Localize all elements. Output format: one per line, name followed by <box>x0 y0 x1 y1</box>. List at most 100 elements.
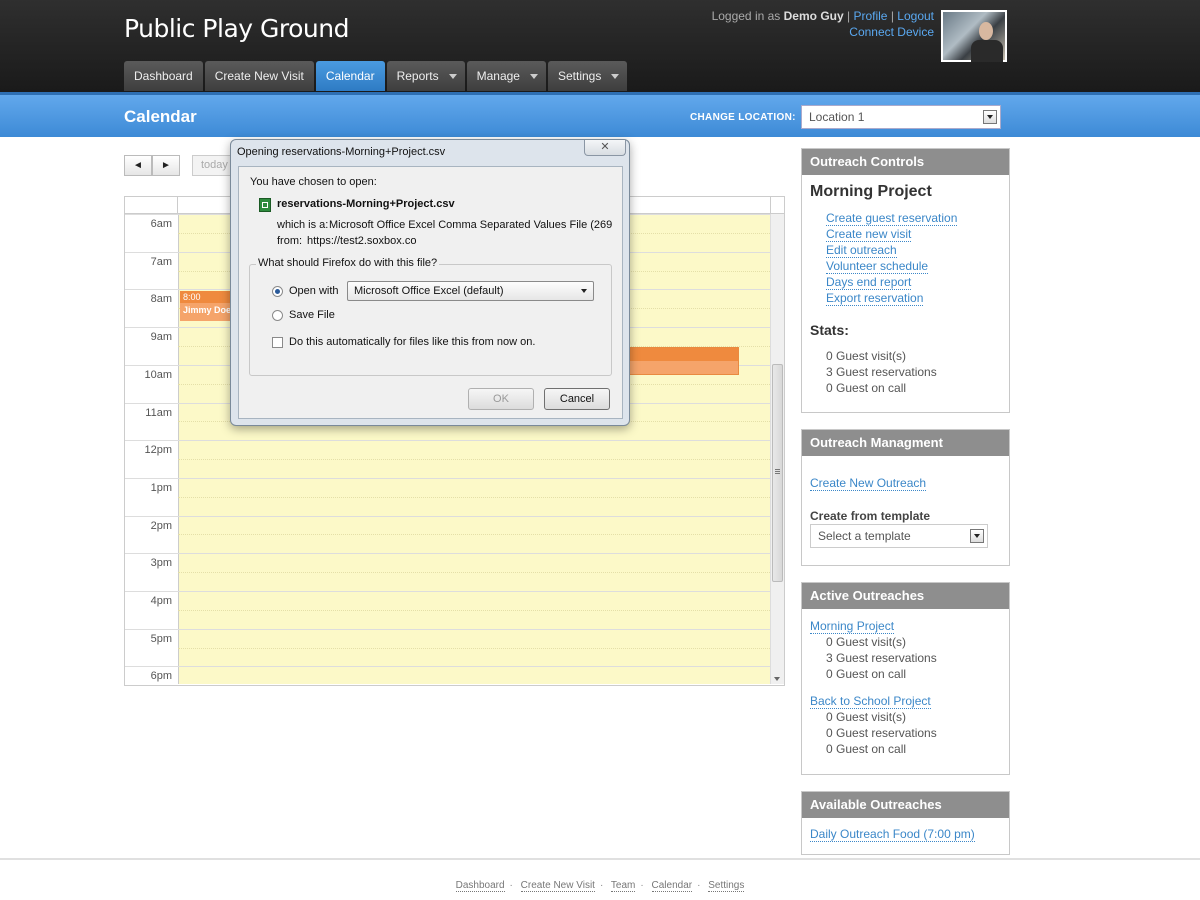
days-end-report-link[interactable]: Days end report <box>826 275 912 290</box>
time-label: 7am <box>150 255 172 268</box>
tab-label: Settings <box>557 69 602 83</box>
user-name: Demo Guy <box>783 9 844 23</box>
tab-manage[interactable]: Manage <box>466 61 546 91</box>
half-hour-line <box>178 685 770 686</box>
create-guest-reservation-link[interactable]: Create guest reservation <box>826 211 958 226</box>
scroll-thumb[interactable] <box>772 364 783 582</box>
auto-label[interactable]: Do this automatically for files like thi… <box>289 336 535 348</box>
template-placeholder: Select a template <box>818 529 911 543</box>
time-label: 9am <box>150 331 172 344</box>
tab-reports[interactable]: Reports <box>386 61 465 91</box>
auto-checkbox[interactable] <box>272 337 283 348</box>
dialog-body: You have chosen to open: reservations-Mo… <box>238 166 623 419</box>
available-outreach-link[interactable]: Daily Outreach Food (7:00 pm) <box>810 827 975 842</box>
calendar-event[interactable]: 8:00 Jimmy Doe <box>180 291 236 321</box>
open-with-value: Microsoft Office Excel (default) <box>354 285 504 297</box>
outreach-title: Morning Project <box>810 183 932 200</box>
half-hour-line <box>178 497 770 498</box>
footer-sep: · <box>509 880 513 891</box>
calendar-scrollbar[interactable] <box>770 214 784 684</box>
from-value: https://test2.soxbox.co <box>307 235 417 247</box>
create-new-outreach-link[interactable]: Create New Outreach <box>810 476 927 491</box>
logged-in-prefix: Logged in as <box>711 9 781 23</box>
panel-header: Outreach Managment <box>802 430 1009 456</box>
outreach-link-morning-project[interactable]: Morning Project <box>810 619 895 634</box>
footer-sep: · <box>640 880 644 891</box>
next-button[interactable]: ► <box>152 155 180 176</box>
group-label: What should Firefox do with this file? <box>256 257 440 269</box>
footer-link-team[interactable]: Team <box>610 880 636 892</box>
footer-link-create-new-visit[interactable]: Create New Visit <box>520 880 595 892</box>
avatar[interactable] <box>941 10 1007 62</box>
tab-label: Manage <box>476 69 520 83</box>
time-label: 11am <box>145 406 172 419</box>
from-label: from: <box>277 235 303 247</box>
template-select[interactable]: Select a template <box>810 524 988 548</box>
outreach-management-panel: Outreach Managment Create New Outreach C… <box>801 429 1010 566</box>
dialog-title: Opening reservations-Morning+Project.csv <box>237 146 446 158</box>
tab-dashboard[interactable]: Dashboard <box>124 61 203 91</box>
site-title[interactable]: Public Play Ground <box>124 14 349 43</box>
open-with-label[interactable]: Open with <box>289 285 339 297</box>
event-time: 8:00 <box>180 291 236 303</box>
close-button[interactable]: ✕ <box>584 140 626 156</box>
tab-label: Calendar <box>325 69 375 83</box>
footer-sep: · <box>697 880 701 891</box>
outreach-link-back-to-school[interactable]: Back to School Project <box>810 694 931 709</box>
save-file-radio[interactable] <box>272 310 283 321</box>
profile-link[interactable]: Profile <box>853 9 887 23</box>
tab-settings[interactable]: Settings <box>547 61 628 91</box>
page-title-bar: Calendar CHANGE LOCATION: Location 1 <box>0 92 1200 137</box>
time-label: 2pm <box>150 519 172 532</box>
time-label: 12pm <box>144 444 172 457</box>
half-hour-line <box>178 534 770 535</box>
volunteer-schedule-link[interactable]: Volunteer schedule <box>826 259 929 274</box>
footer-link-calendar[interactable]: Calendar <box>651 880 693 892</box>
stats-label: Stats: <box>810 322 849 338</box>
cancel-button[interactable]: Cancel <box>544 388 610 410</box>
time-label: 6pm <box>150 670 172 683</box>
open-with-select[interactable]: Microsoft Office Excel (default) <box>347 281 594 301</box>
location-select[interactable]: Location 1 <box>801 105 1001 129</box>
tab-create-new-visit[interactable]: Create New Visit <box>204 61 314 91</box>
edit-outreach-link[interactable]: Edit outreach <box>826 243 897 258</box>
panel-header: Available Outreaches <box>802 792 1009 818</box>
scroll-down-icon[interactable] <box>774 677 780 681</box>
chevron-down-icon[interactable] <box>983 110 997 124</box>
footer: Dashboard · Create New Visit · Team · Calen… <box>0 880 1200 892</box>
header-divider <box>177 197 178 213</box>
tab-label: Create New Visit <box>214 69 304 83</box>
stat-line: 3 Guest reservations <box>826 365 937 379</box>
link-sep: | <box>890 9 894 23</box>
link-sep: | <box>847 9 851 23</box>
footer-sep: · <box>599 880 604 891</box>
active-outreaches-panel: Active Outreaches Morning Project 0 Gues… <box>801 582 1010 775</box>
time-label: 3pm <box>150 557 172 570</box>
logout-link[interactable]: Logout <box>897 9 934 23</box>
hour-line <box>125 553 784 554</box>
chevron-down-icon[interactable] <box>970 529 984 543</box>
create-new-visit-link[interactable]: Create new visit <box>826 227 912 242</box>
which-is-label: which is a: <box>277 219 329 231</box>
export-reservation-link[interactable]: Export reservation <box>826 291 924 306</box>
footer-link-settings[interactable]: Settings <box>708 880 745 892</box>
caret-down-icon <box>611 74 620 80</box>
open-with-radio[interactable] <box>272 286 283 297</box>
prev-button[interactable]: ◄ <box>124 155 152 176</box>
template-label: Create from template <box>810 509 931 523</box>
save-file-label[interactable]: Save File <box>289 309 335 321</box>
event-name: Jimmy Doe <box>183 305 232 315</box>
calendar-event[interactable] <box>625 347 739 375</box>
today-button[interactable]: today <box>192 155 232 176</box>
stat-line: 3 Guest reservations <box>826 651 937 665</box>
tab-label: Dashboard <box>134 69 193 83</box>
stat-line: 0 Guest on call <box>826 742 907 756</box>
stat-line: 0 Guest reservations <box>826 726 937 740</box>
tab-calendar[interactable]: Calendar <box>315 61 385 91</box>
location-value: Location 1 <box>809 110 865 124</box>
ok-button[interactable]: OK <box>468 388 534 410</box>
connect-device-link[interactable]: Connect Device <box>849 25 934 39</box>
hour-line <box>125 629 784 630</box>
footer-link-dashboard[interactable]: Dashboard <box>455 880 505 892</box>
caret-down-icon <box>529 74 538 80</box>
